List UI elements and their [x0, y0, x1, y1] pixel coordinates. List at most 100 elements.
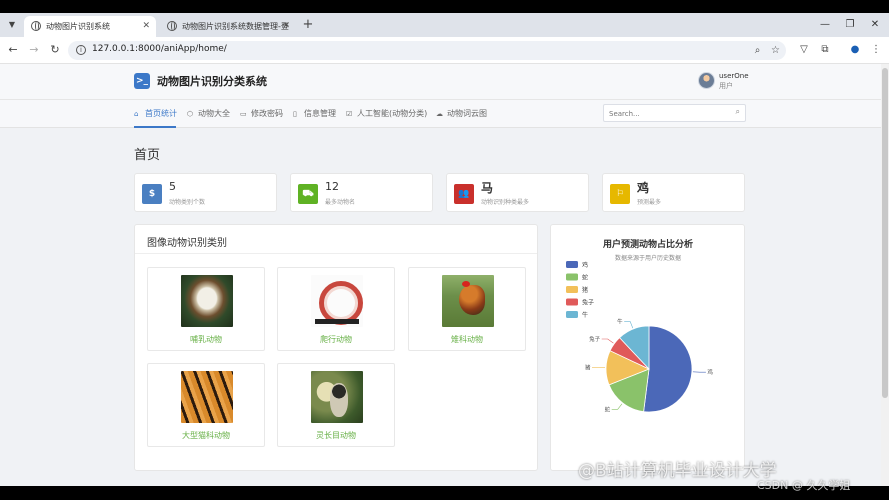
- stat-card-category-count: $ 5 动物类别个数: [134, 173, 277, 212]
- nav-item-ai-classification[interactable]: ☑ 人工智能(动物分类): [346, 108, 427, 119]
- dollar-icon: $: [142, 184, 162, 204]
- rooster-image: [442, 275, 494, 327]
- cloud-icon: ☁: [436, 110, 443, 118]
- stat-label: 动物类别个数: [169, 199, 206, 206]
- nav-item-animal-encyclopedia[interactable]: ⬡ 动物大全: [187, 108, 230, 119]
- stat-label: 动物识别种类最多: [481, 199, 530, 206]
- scrollbar-thumb[interactable]: [882, 68, 888, 398]
- legend-label[interactable]: 鸡: [582, 261, 588, 269]
- flag-icon: ⚐: [610, 184, 630, 204]
- dog-image: [181, 275, 233, 327]
- check-square-icon: ☑: [346, 110, 353, 118]
- category-card-big-cat[interactable]: 大型猫科动物: [147, 363, 265, 447]
- pie-leader-line: [601, 338, 614, 344]
- chart-subtitle: 数据来源于用户历史数据: [615, 254, 681, 262]
- stat-card-most-recognized: 👥 马 动物识别种类最多: [446, 173, 589, 212]
- stat-label: 最多动物名: [325, 199, 356, 206]
- url-text[interactable]: 127.0.0.1:8000/aniApp/home/: [92, 44, 227, 54]
- category-card-primate[interactable]: 灵长目动物: [277, 363, 395, 447]
- screen-bottom-strip: [0, 486, 889, 500]
- close-icon[interactable]: ✕: [142, 16, 150, 37]
- nav-item-change-password[interactable]: ▭ 修改密码: [240, 108, 283, 119]
- legend-swatch[interactable]: [566, 311, 578, 318]
- legend-swatch[interactable]: [566, 298, 578, 306]
- user-name[interactable]: userOne: [719, 72, 749, 80]
- logo-icon: >_: [134, 73, 150, 89]
- user-role: 用户: [719, 82, 733, 90]
- globe-icon: [31, 21, 41, 31]
- extensions-icon[interactable]: ⧉: [818, 43, 832, 57]
- back-icon[interactable]: ←: [6, 43, 20, 57]
- legend-label[interactable]: 蛇: [582, 274, 588, 282]
- globe-icon: [167, 21, 177, 31]
- stat-label: 预测最多: [637, 199, 662, 206]
- page-scrollbar[interactable]: [881, 64, 889, 486]
- divider: [135, 253, 537, 254]
- watermark-text: @B站计算机毕业设计大学: [578, 461, 777, 481]
- nav-item-info-management[interactable]: ▯ 信息管理: [293, 108, 336, 119]
- category-card-phasianidae[interactable]: 雉科动物: [408, 267, 526, 351]
- stat-card-most-animal-name: ⛟ 12 最多动物名: [290, 173, 433, 212]
- stat-value: 鸡: [637, 181, 650, 195]
- forward-icon[interactable]: →: [27, 43, 41, 57]
- legend-label[interactable]: 猪: [582, 286, 588, 294]
- category-label[interactable]: 哺乳动物: [148, 334, 264, 345]
- close-icon[interactable]: ✕: [282, 16, 290, 37]
- pie-slice[interactable]: [643, 325, 693, 413]
- category-card-mammal[interactable]: 哺乳动物: [147, 267, 265, 351]
- tab-search-icon[interactable]: ▼: [6, 19, 18, 31]
- pie-leader-line: [611, 403, 623, 410]
- pie-chart: 用户预测动物占比分析 数据来源于用户历史数据 鸡蛇猪兔子牛 鸡蛇猪兔子牛: [566, 238, 713, 413]
- cube-icon: ⬡: [187, 110, 194, 118]
- panel-title: 图像动物识别类别: [147, 238, 227, 249]
- app-title: 动物图片识别分类系统: [157, 75, 267, 88]
- search-input[interactable]: [609, 107, 727, 120]
- star-icon[interactable]: ☆: [769, 44, 782, 57]
- zoom-icon[interactable]: ⌕: [751, 44, 764, 57]
- active-nav-indicator: [134, 126, 176, 128]
- users-icon: 👥: [454, 184, 474, 204]
- search-box[interactable]: ⌕: [603, 104, 746, 122]
- pie-label: 牛: [617, 318, 623, 326]
- browser-tab-active[interactable]: 动物图片识别系统 ✕: [24, 16, 156, 37]
- category-card-reptile[interactable]: 爬行动物: [277, 267, 395, 351]
- legend-swatch[interactable]: [566, 261, 578, 268]
- address-bar[interactable]: i 127.0.0.1:8000/aniApp/home/ ⌕ ☆: [68, 41, 786, 60]
- extension-filter-icon[interactable]: ▽: [797, 43, 811, 57]
- categories-panel: 图像动物识别类别 哺乳动物 爬行动物 雉科动物 大型猫科动物 灵长目动物: [134, 224, 538, 471]
- monkey-image: [311, 371, 363, 423]
- chart-legend: 鸡蛇猪兔子牛: [566, 261, 594, 319]
- profile-icon[interactable]: ●: [848, 43, 862, 57]
- category-label[interactable]: 大型猫科动物: [148, 430, 264, 441]
- pie-label: 蛇: [605, 405, 611, 413]
- legend-label[interactable]: 兔子: [582, 299, 594, 307]
- tab-title: 动物图片识别系统数据管理-登: [182, 22, 289, 31]
- file-icon: ▯: [293, 110, 297, 118]
- menu-icon[interactable]: ⋮: [869, 43, 883, 57]
- chart-title: 用户预测动物占比分析: [602, 238, 693, 250]
- page-viewport: >_ 动物图片识别分类系统 userOne 用户 ⌂ 首页统计 ⬡ 动物大全 ▭ 修改…: [0, 64, 889, 486]
- search-icon[interactable]: ⌕: [736, 107, 740, 117]
- reload-icon[interactable]: ↻: [48, 43, 62, 57]
- browser-tab[interactable]: 动物图片识别系统数据管理-登 ✕: [160, 16, 296, 37]
- minimize-icon[interactable]: —: [816, 17, 834, 33]
- nav-item-word-cloud[interactable]: ☁ 动物词云图: [436, 108, 487, 119]
- close-window-icon[interactable]: ✕: [866, 17, 884, 33]
- maximize-icon[interactable]: ❐: [841, 17, 859, 33]
- stat-card-most-predicted: ⚐ 鸡 预测最多: [602, 173, 745, 212]
- category-label[interactable]: 灵长目动物: [278, 430, 394, 441]
- info-icon[interactable]: i: [76, 45, 86, 55]
- snake-image: [311, 275, 363, 327]
- category-label[interactable]: 雉科动物: [409, 334, 525, 345]
- nav-item-home-stats[interactable]: ⌂ 首页统计: [134, 108, 177, 119]
- home-icon: ⌂: [134, 110, 139, 118]
- legend-swatch[interactable]: [566, 273, 578, 281]
- tiger-image: [181, 371, 233, 423]
- pie-label: 兔子: [589, 335, 601, 343]
- legend-label[interactable]: 牛: [582, 311, 588, 319]
- legend-swatch[interactable]: [566, 286, 578, 293]
- avatar[interactable]: [698, 72, 715, 89]
- category-label[interactable]: 爬行动物: [278, 334, 394, 345]
- cart-icon: ⛟: [298, 184, 318, 204]
- new-tab-button[interactable]: +: [300, 16, 316, 34]
